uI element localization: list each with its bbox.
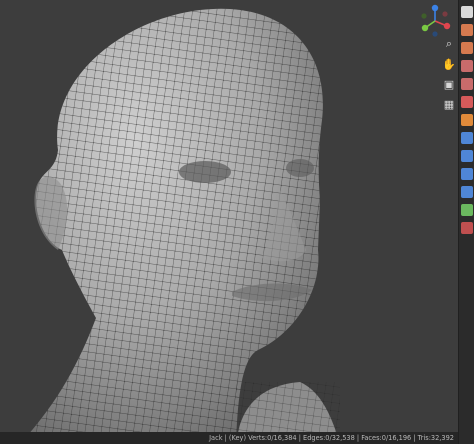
camera-icon[interactable]: ▣: [440, 76, 458, 92]
tool-tab-icon[interactable]: [461, 6, 473, 18]
physics-tab-icon[interactable]: [461, 168, 473, 180]
particles-tab-icon[interactable]: [461, 150, 473, 162]
z-axis-handle: [431, 4, 439, 12]
output-tab-icon[interactable]: [461, 42, 473, 54]
properties-tab-bar: [458, 0, 474, 444]
world-tab-icon[interactable]: [461, 96, 473, 108]
x-axis-handle: [443, 22, 451, 30]
modifier-tab-icon[interactable]: [461, 132, 473, 144]
y-axis-handle: [421, 24, 429, 32]
status-bar: Jack | (Key) Verts:0/16,384 | Edges:0/32…: [0, 432, 458, 444]
navigation-tools: ⌕ ✋ ▣ ▦: [440, 36, 458, 116]
3d-viewport[interactable]: ⌕ ✋ ▣ ▦ Jack | (Key) Verts:0/16,384 | Edges…: [0, 0, 458, 444]
object-tab-icon[interactable]: [461, 114, 473, 126]
render-tab-icon[interactable]: [461, 24, 473, 36]
scene-tab-icon[interactable]: [461, 78, 473, 90]
data-tab-icon[interactable]: [461, 204, 473, 216]
pan-hand-icon[interactable]: ✋: [440, 56, 458, 72]
constraints-tab-icon[interactable]: [461, 186, 473, 198]
zoom-icon[interactable]: ⌕: [440, 36, 458, 52]
head-mesh: [20, 8, 340, 444]
view-layer-tab-icon[interactable]: [461, 60, 473, 72]
grid-icon[interactable]: ▦: [440, 96, 458, 112]
navigation-gizmo[interactable]: [418, 4, 452, 38]
material-tab-icon[interactable]: [461, 222, 473, 234]
